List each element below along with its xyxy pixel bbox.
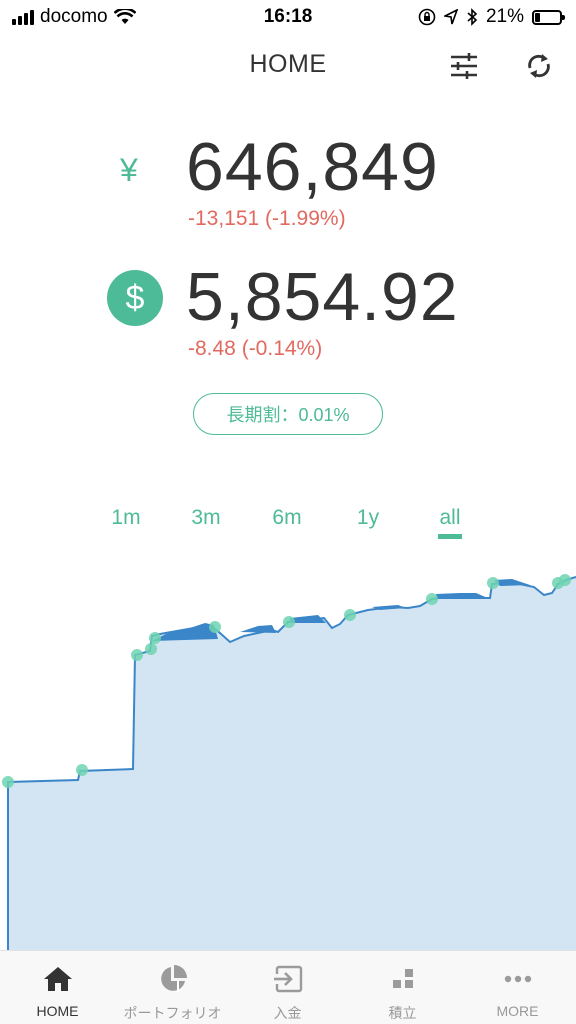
tab-deposit-label: 入金 [273, 1005, 302, 1021]
chart-marker [487, 577, 499, 589]
battery-percent: 21% [485, 6, 524, 27]
yen-symbol: ¥ [120, 152, 138, 188]
dollar-icon: $ [107, 270, 163, 326]
chart-marker [149, 632, 161, 644]
range-tab-3m[interactable]: 3m [191, 506, 220, 530]
bottom-tab-bar: HOME ポートフォリオ 入金 積立 MORE [0, 950, 576, 1024]
header: HOME [0, 36, 576, 96]
range-tab-1y[interactable]: 1y [357, 506, 379, 530]
sliders-icon [451, 53, 477, 79]
tab-accumulate-label: 積立 [388, 1005, 417, 1021]
bluetooth-icon [467, 8, 478, 26]
long-term-discount-badge[interactable]: 長期割：0.01% [193, 393, 383, 435]
chart-marker [209, 621, 221, 633]
filter-button[interactable] [444, 46, 484, 86]
chart-marker [145, 643, 157, 655]
range-selected-indicator [438, 534, 462, 539]
chart-area [8, 577, 576, 950]
dollar-symbol: $ [125, 278, 145, 317]
refresh-icon [528, 54, 550, 78]
tab-accumulate[interactable]: 積立 [345, 951, 460, 1024]
tab-home[interactable]: HOME [0, 951, 115, 1024]
tab-more-label: MORE [496, 1003, 539, 1019]
location-icon [443, 9, 458, 25]
usd-balance-change: -8.48 (-0.14%) [188, 337, 323, 360]
page-title: HOME [249, 50, 327, 78]
chart-marker [559, 574, 571, 586]
range-tab-1m[interactable]: 1m [111, 506, 140, 530]
status-bar: docomo 16:18 21% [0, 0, 576, 36]
portfolio-history-chart[interactable] [0, 560, 576, 950]
chart-marker [76, 764, 88, 776]
chart-marker [344, 609, 356, 621]
range-tab-all[interactable]: all [439, 506, 460, 530]
battery-icon [532, 9, 565, 25]
chart-marker [131, 649, 143, 661]
deposit-icon [272, 963, 304, 995]
orientation-lock-icon [418, 8, 436, 26]
pie-chart-icon [157, 963, 189, 995]
range-tab-6m[interactable]: 6m [272, 506, 301, 530]
chart-marker [2, 776, 14, 788]
tab-portfolio[interactable]: ポートフォリオ [115, 951, 230, 1024]
battery-level [535, 12, 540, 22]
stacked-blocks-icon [387, 963, 419, 995]
tab-portfolio-label: ポートフォリオ [123, 1005, 222, 1021]
range-tabs: 1m 3m 6m 1y all [0, 506, 576, 546]
tab-deposit[interactable]: 入金 [230, 951, 345, 1024]
more-dots-icon [502, 963, 534, 995]
tab-more[interactable]: MORE [460, 951, 575, 1024]
chart-marker [426, 593, 438, 605]
refresh-button[interactable] [519, 46, 559, 86]
chart-marker [283, 616, 295, 628]
usd-balance-value: 5,854.92 [186, 259, 459, 335]
home-icon [42, 963, 74, 995]
status-right: 21% [418, 6, 565, 28]
tab-home-label: HOME [36, 1003, 79, 1019]
yen-balance-value: 646,849 [186, 129, 439, 205]
yen-balance-change: -13,151 (-1.99%) [188, 207, 346, 230]
